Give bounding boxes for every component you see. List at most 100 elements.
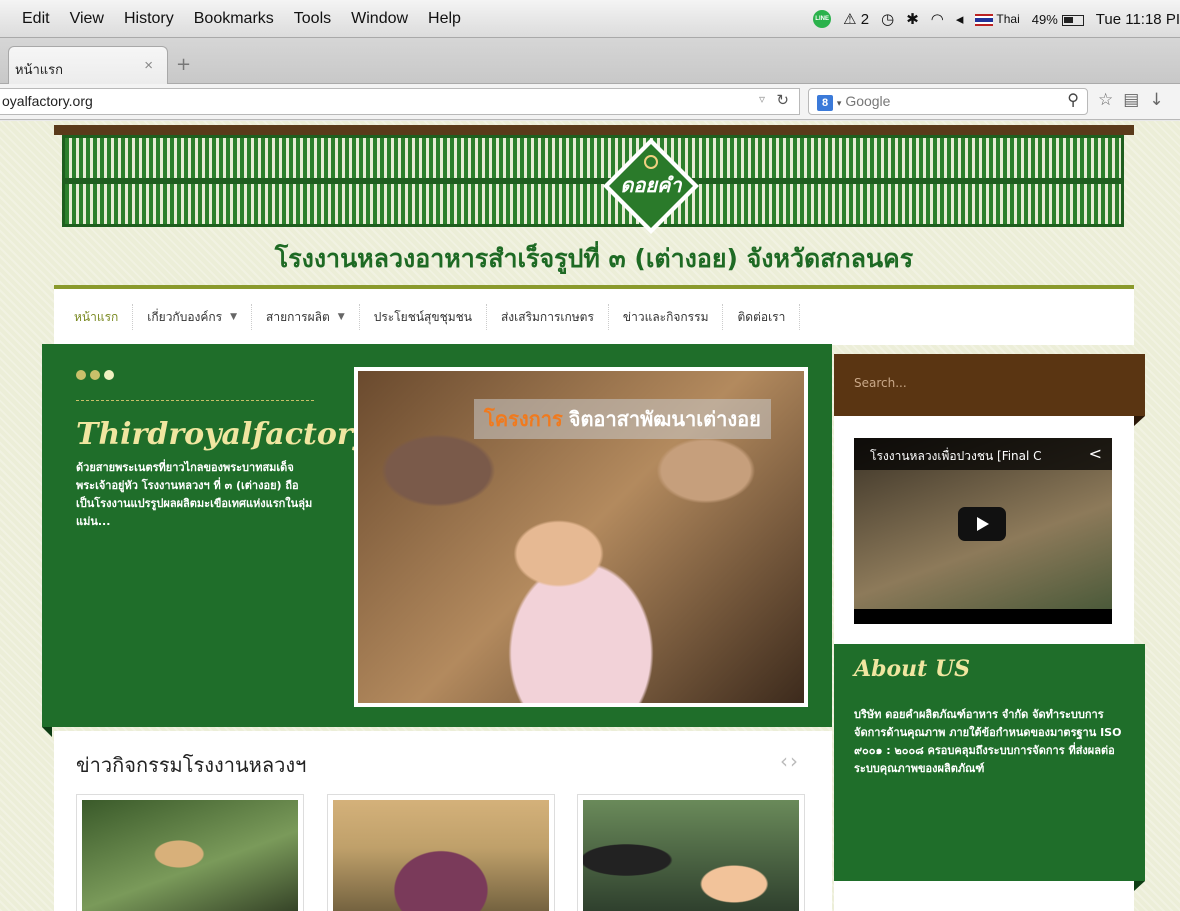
url-bar[interactable]: oyalfactory.org ▿ ↻ <box>0 88 800 115</box>
nav-contact-label: ติดต่อเรา <box>737 309 786 324</box>
slider-divider <box>76 400 314 401</box>
main-navigation: หน้าแรก เกี่ยวกับองค์กร ▼ สายการผลิต ▼ ประ… <box>54 289 1134 345</box>
slide-excerpt: ด้วยสายพระเนตรที่ยาวไกลของพระบาทสมเด็จพร… <box>76 461 313 528</box>
slider-dot[interactable] <box>90 370 100 380</box>
menu-history[interactable]: History <box>114 10 184 28</box>
chevron-down-icon: ▼ <box>230 312 238 322</box>
close-tab-icon[interactable]: × <box>144 57 153 74</box>
nav-home-label: หน้าแรก <box>74 309 119 324</box>
nav-production[interactable]: สายการผลิต ▼ <box>252 304 360 330</box>
download-icon[interactable]: ↓ <box>1149 90 1163 110</box>
youtube-video[interactable]: โรงงานหลวงเพื่อปวงชน [Final C < <box>854 438 1112 609</box>
browser-tab[interactable]: หน้าแรก × <box>8 46 168 84</box>
search-placeholder: Search... <box>854 376 907 390</box>
video-bottom-bar <box>854 609 1112 624</box>
doikham-logo-icon[interactable]: ดอยคำ <box>601 136 701 236</box>
nav-news[interactable]: ข่าวและกิจกรรม <box>609 304 724 330</box>
site-title: โรงงานหลวงอาหารสำเร็จรูปที่ ๓ (เต่างอย) … <box>274 244 914 273</box>
about-widget: About US บริษัท ดอยคำผลิตภัณฑ์อาหาร จำกั… <box>834 644 1145 881</box>
bookmark-star-icon[interactable]: ☆ <box>1098 90 1113 110</box>
nav-agriculture[interactable]: ส่งเสริมการเกษตร <box>487 304 609 330</box>
line-app-icon[interactable]: LINE <box>813 10 832 28</box>
clock[interactable]: Tue 11:18 PI <box>1096 11 1180 28</box>
nav-contact[interactable]: ติดต่อเรา <box>723 304 801 330</box>
nav-community-label: ประโยชน์สุขชุมชน <box>373 309 472 324</box>
browser-navbar: oyalfactory.org ▿ ↻ 8 ▾ Google ⚲ ☆ ▤ ↓ <box>0 84 1180 120</box>
battery-status[interactable]: 49% <box>1032 12 1084 27</box>
url-history-dropdown-icon[interactable]: ▿ <box>759 92 765 106</box>
caption-text: จิตอาสาพัฒนาเต่างอย <box>568 407 761 431</box>
input-source[interactable]: Thai <box>975 12 1020 26</box>
url-text: oyalfactory.org <box>2 93 93 109</box>
header-top-strip <box>54 125 1134 135</box>
slide-photo-frame[interactable]: โครงการ จิตอาสาพัฒนาเต่างอย <box>354 367 808 707</box>
time-machine-icon[interactable]: ◷ <box>881 10 894 28</box>
nav-production-label: สายการผลิต <box>266 309 330 324</box>
about-text: บริษัท ดอยคำผลิตภัณฑ์อาหาร จำกัด จัดทำระ… <box>854 708 1122 775</box>
adobe-icon: ⚠ <box>843 11 857 28</box>
slider-dot-active[interactable] <box>104 370 114 380</box>
menu-help[interactable]: Help <box>418 10 471 28</box>
menu-view[interactable]: View <box>60 10 114 28</box>
website-viewport: ดอยคำ โรงงานหลวงอาหารสำเร็จรูปที่ ๓ (เต่… <box>0 121 1180 911</box>
battery-icon <box>1061 14 1084 26</box>
news-thumbnail[interactable] <box>583 800 799 911</box>
video-title[interactable]: โรงงานหลวงเพื่อปวงชน [Final C <box>854 438 1112 470</box>
play-button-icon[interactable] <box>958 507 1006 541</box>
menubar-status: LINE ⚠ 2 ◷ ✱ ◠ ◂ Thai 49% Tue 11:18 PI <box>813 0 1180 38</box>
volume-icon[interactable]: ◂ <box>956 10 964 28</box>
menu-bookmarks[interactable]: Bookmarks <box>184 10 284 28</box>
header-banner: ดอยคำ <box>62 135 1124 234</box>
nav-news-label: ข่าวและกิจกรรม <box>622 309 709 324</box>
reload-icon[interactable]: ↻ <box>776 91 789 109</box>
news-card[interactable] <box>327 794 555 911</box>
search-engine-caret-icon[interactable]: ▾ <box>837 98 842 108</box>
tab-title: หน้าแรก <box>15 62 63 77</box>
news-title: ข่าวกิจกรรมโรงงานหลวงฯ <box>76 753 307 777</box>
slide-title[interactable]: Thirdroyalfactory <box>76 417 370 452</box>
nav-agriculture-label: ส่งเสริมการเกษตร <box>500 309 594 324</box>
nav-about-label: เกี่ยวกับองค์กร <box>147 309 223 324</box>
battery-percent: 49% <box>1031 11 1058 27</box>
search-fold-decoration <box>1134 416 1145 426</box>
sidebar-lower <box>834 881 1134 911</box>
search-engine-label: Google <box>845 93 891 109</box>
share-icon[interactable]: < <box>1089 444 1102 463</box>
thai-flag-icon <box>975 13 994 26</box>
video-widget: โรงงานหลวงเพื่อปวงชน [Final C < <box>834 416 1134 644</box>
slider-dots <box>76 370 114 380</box>
mac-menubar: Edit View History Bookmarks Tools Window… <box>0 0 1180 38</box>
google-icon[interactable]: 8 <box>817 95 833 111</box>
search-icon[interactable]: ⚲ <box>1067 90 1079 110</box>
hero-fold-decoration <box>42 727 52 737</box>
bookmarks-menu-icon[interactable]: ▤ <box>1123 90 1139 110</box>
adobe-notification[interactable]: ⚠ 2 <box>843 10 869 28</box>
bluetooth-icon[interactable]: ✱ <box>906 10 919 28</box>
toolbar-icons: ☆ ▤ ↓ <box>1098 90 1164 110</box>
search-bar[interactable]: 8 ▾ Google ⚲ <box>808 88 1088 115</box>
notification-count: 2 <box>860 11 870 28</box>
menu-edit[interactable]: Edit <box>0 10 60 28</box>
chevron-down-icon: ▼ <box>337 312 345 322</box>
news-card[interactable] <box>577 794 805 911</box>
input-source-label: Thai <box>996 12 1020 26</box>
menu-tools[interactable]: Tools <box>284 10 341 28</box>
slider-dot[interactable] <box>76 370 86 380</box>
sidebar-search-input[interactable]: Search... <box>834 354 1145 416</box>
news-card[interactable] <box>76 794 304 911</box>
nav-community[interactable]: ประโยชน์สุขชุมชน <box>360 304 487 330</box>
slide-photo[interactable]: โครงการ จิตอาสาพัฒนาเต่างอย <box>358 371 804 703</box>
tab-strip: หน้าแรก × + <box>0 38 1180 84</box>
wifi-icon[interactable]: ◠ <box>931 10 944 28</box>
nav-about[interactable]: เกี่ยวกับองค์กร ▼ <box>133 304 253 330</box>
slide-photo-caption: โครงการ จิตอาสาพัฒนาเต่างอย <box>474 399 771 439</box>
news-thumbnail[interactable] <box>82 800 298 911</box>
logo-text: ดอยคำ <box>620 173 683 197</box>
caption-highlight: โครงการ <box>484 407 563 431</box>
news-thumbnail[interactable] <box>333 800 549 911</box>
menu-window[interactable]: Window <box>341 10 418 28</box>
nav-home[interactable]: หน้าแรก <box>60 304 134 330</box>
new-tab-icon[interactable]: + <box>176 54 191 75</box>
about-fold-decoration <box>1134 881 1145 891</box>
news-carousel-arrows[interactable]: ‹› <box>780 749 800 773</box>
